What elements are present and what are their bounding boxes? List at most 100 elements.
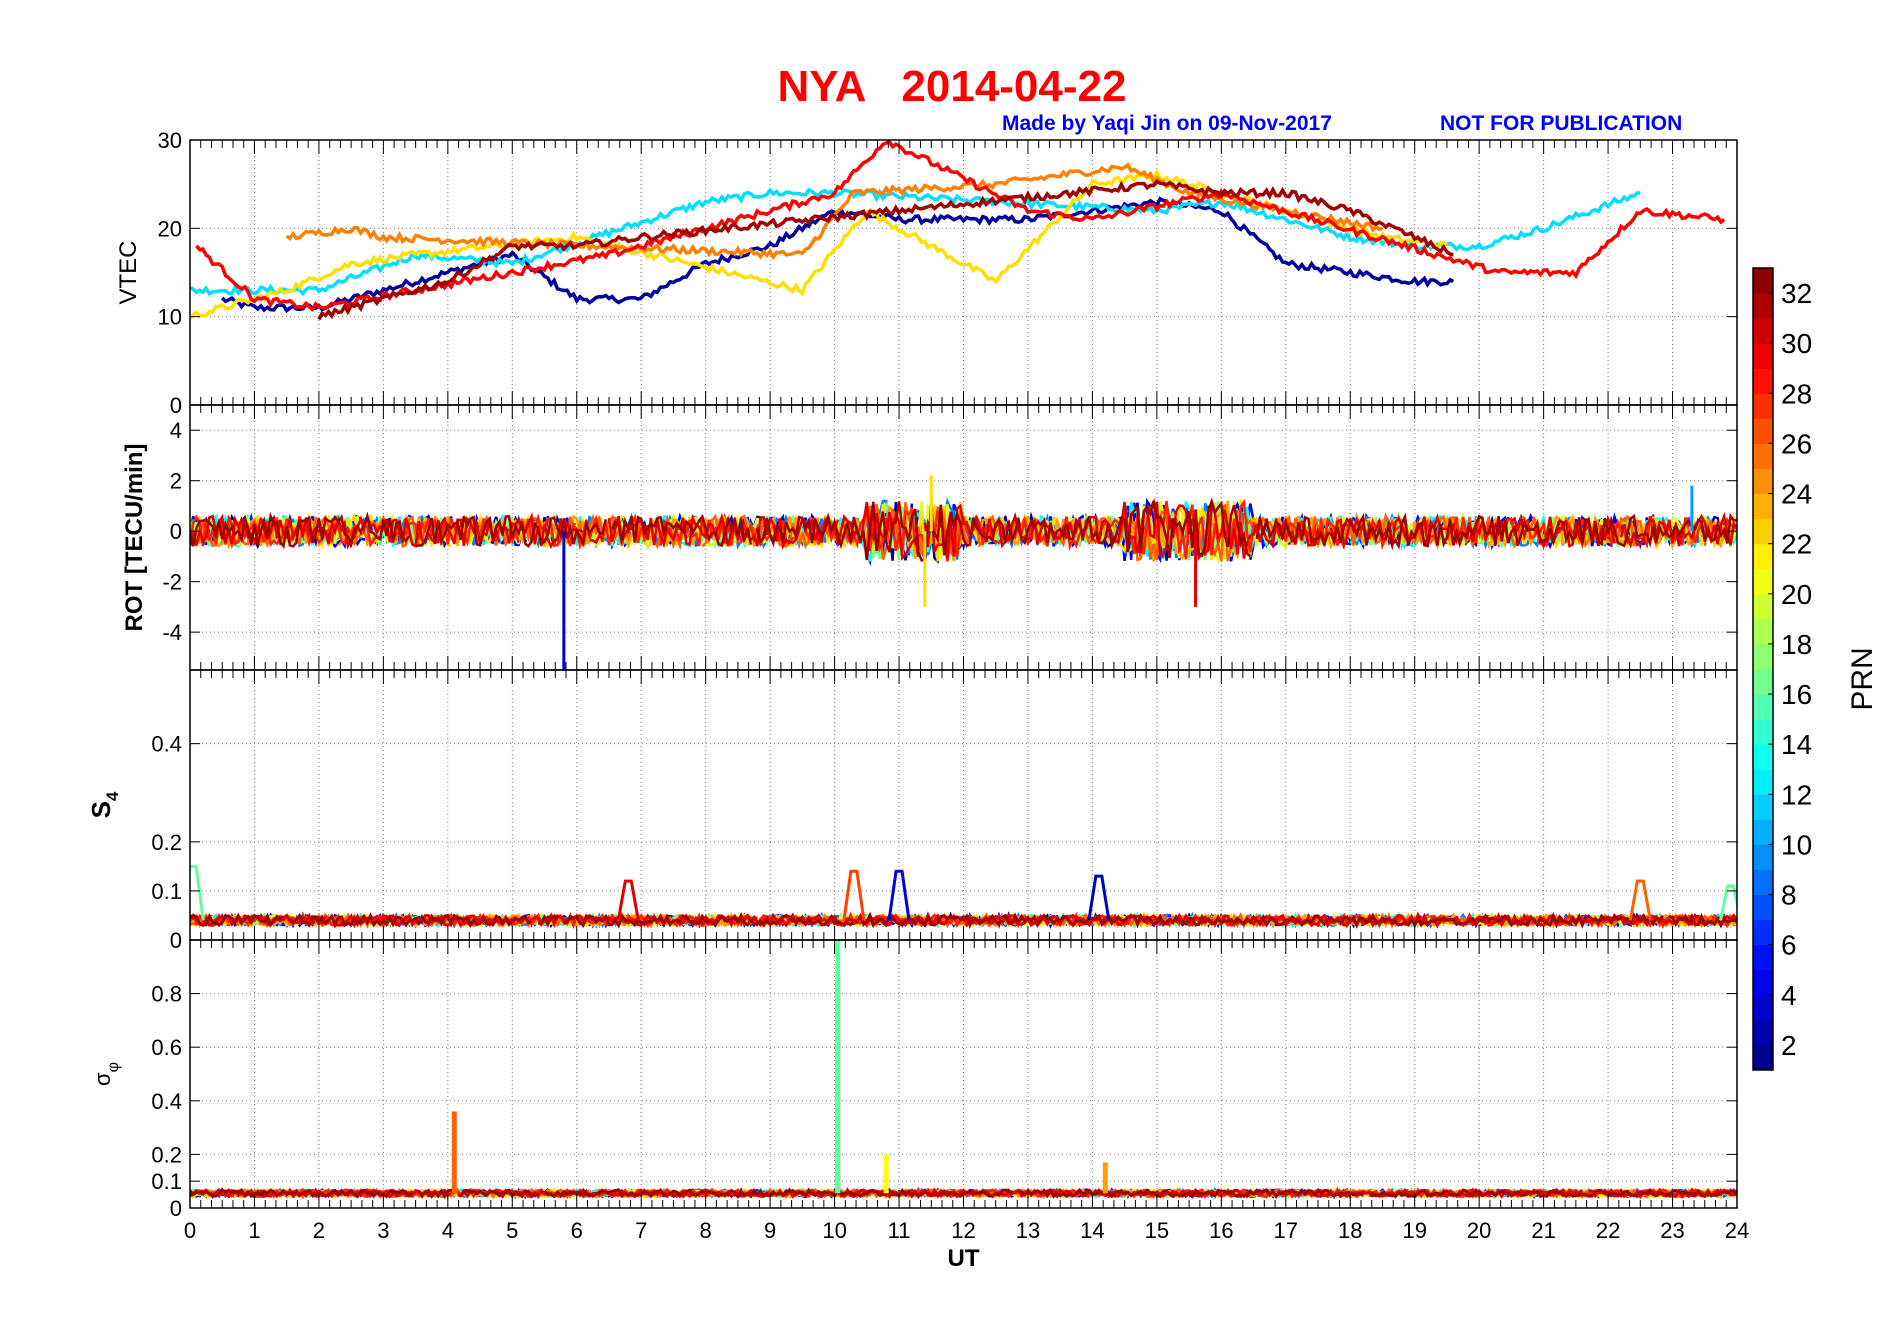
colorbar-swatch	[1753, 293, 1773, 319]
credit-text: Made by Yaqi Jin on 09-Nov-2017	[1002, 112, 1332, 135]
panel-rot-ylabel: ROT [TECU/min]	[121, 444, 148, 632]
x-tick-label: 21	[1531, 1218, 1555, 1243]
panel-s4-ylabel-sub: 4	[103, 791, 122, 801]
colorbar-swatch	[1753, 343, 1773, 369]
x-tick-label: 8	[700, 1218, 712, 1243]
colorbar-tick-label: 6	[1781, 930, 1797, 961]
colorbar-swatch	[1753, 744, 1773, 770]
x-tick-label: 10	[822, 1218, 846, 1243]
x-tick-label: 17	[1274, 1218, 1298, 1243]
colorbar-swatch	[1753, 844, 1773, 870]
colorbar-swatch	[1753, 694, 1773, 720]
colorbar-swatch	[1753, 819, 1773, 845]
x-tick-label: 16	[1209, 1218, 1233, 1243]
panel-s4-event	[190, 864, 205, 921]
data-layer	[190, 140, 1737, 1200]
panel-s4-event	[1087, 874, 1111, 921]
x-tick-label: 0	[184, 1218, 196, 1243]
x-tick-label: 9	[764, 1218, 776, 1243]
colorbar-tick-label: 32	[1781, 278, 1812, 309]
x-tick-label: 23	[1660, 1218, 1684, 1243]
x-tick-label: 14	[1080, 1218, 1104, 1243]
colorbar-swatch	[1753, 493, 1773, 520]
colorbar-swatch	[1753, 393, 1773, 419]
colorbar-tick-label: 16	[1781, 679, 1812, 710]
colorbar-swatch	[1753, 368, 1773, 394]
colorbar-swatch	[1753, 1019, 1773, 1046]
colorbar-swatch	[1753, 643, 1773, 670]
colorbar-swatch	[1753, 669, 1773, 695]
panel-vtec-ytick-label: 20	[158, 216, 182, 241]
colorbar: 2468101214161820222426283032PRN	[1752, 267, 1879, 1071]
panel-sigma-phi-ytick-label: 0.8	[151, 982, 182, 1007]
colorbar-swatch	[1753, 769, 1773, 795]
panel-s4-ytick-label: 0	[170, 928, 182, 953]
panel-rot-ytick-label: -4	[162, 620, 182, 645]
colorbar-swatch	[1753, 518, 1773, 545]
colorbar-swatch	[1753, 1044, 1773, 1071]
x-axis-label: UT	[948, 1245, 980, 1272]
colorbar-label: PRN	[1846, 647, 1879, 710]
panel-sigma-phi-ytick-label: 0.2	[151, 1142, 182, 1167]
colorbar-swatch	[1753, 468, 1773, 495]
colorbar-swatch	[1753, 268, 1773, 294]
colorbar-swatch	[1753, 919, 1773, 946]
panel-vtec-ytick-label: 0	[170, 393, 182, 418]
colorbar-swatch	[1753, 994, 1773, 1021]
x-tick-label: 6	[571, 1218, 583, 1243]
panel-rot-ytick-label: -2	[162, 570, 182, 595]
colorbar-swatch	[1753, 318, 1773, 344]
colorbar-tick-label: 4	[1781, 980, 1797, 1011]
colorbar-swatch	[1753, 543, 1773, 570]
panel-rot-ytick-label: 4	[170, 418, 182, 443]
x-tick-label: 12	[951, 1218, 975, 1243]
panel-sigma-phi-ytick-label: 0	[170, 1196, 182, 1221]
colorbar-swatch	[1753, 719, 1773, 745]
colorbar-tick-label: 10	[1781, 829, 1812, 860]
x-tick-label: 5	[506, 1218, 518, 1243]
colorbar-tick-label: 2	[1781, 1030, 1797, 1061]
colorbar-tick-label: 30	[1781, 328, 1812, 359]
colorbar-swatch	[1753, 443, 1773, 469]
colorbar-swatch	[1753, 944, 1773, 971]
colorbar-tick-label: 24	[1781, 479, 1812, 510]
axes-layer: 0102030VTEC-4-2024ROT [TECU/min]00.10.20…	[86, 128, 1749, 1272]
panel-sigma-phi-ytick-label: 0.6	[151, 1035, 182, 1060]
colorbar-swatch	[1753, 869, 1773, 896]
x-tick-label: 22	[1596, 1218, 1620, 1243]
panel-s4-ylabel: S4	[86, 791, 122, 818]
figure: 0102030VTEC-4-2024ROT [TECU/min]00.10.20…	[86, 128, 1879, 1272]
colorbar-swatch	[1753, 418, 1773, 444]
colorbar-tick-label: 12	[1781, 779, 1812, 810]
colorbar-tick-label: 26	[1781, 428, 1812, 459]
panel-sigma-phi-ytick-label: 0.4	[151, 1089, 182, 1114]
colorbar-swatch	[1753, 568, 1773, 595]
panel-sigma-phi-ylabel: σφ	[90, 1062, 122, 1086]
vtec-arc-prn-32	[317, 179, 1454, 321]
panel-s4-ytick-label: 0.1	[151, 879, 182, 904]
x-tick-label: 19	[1402, 1218, 1426, 1243]
panel-vtec-ylabel: VTEC	[115, 240, 142, 304]
colorbar-swatch	[1753, 618, 1773, 645]
panel-sigma-phi-ylabel-sub: φ	[105, 1062, 122, 1072]
x-tick-label: 24	[1725, 1218, 1749, 1243]
colorbar-swatch	[1753, 593, 1773, 620]
panel-s4-data	[190, 864, 1737, 930]
x-tick-label: 13	[1016, 1218, 1040, 1243]
colorbar-tick-label: 28	[1781, 378, 1812, 409]
colorbar-swatch	[1753, 794, 1773, 820]
colorbar-swatch	[1753, 894, 1773, 921]
panel-sigma-phi-ytick-label: 0.1	[151, 1169, 182, 1194]
x-tick-label: 15	[1145, 1218, 1169, 1243]
panel-rot-data	[190, 475, 1737, 670]
x-tick-label: 3	[377, 1218, 389, 1243]
panel-rot-ytick-label: 0	[170, 519, 182, 544]
panel-vtec-ytick-label: 30	[158, 128, 182, 153]
x-tick-label: 11	[888, 1218, 911, 1243]
colorbar-tick-label: 18	[1781, 629, 1812, 660]
x-tick-label: 18	[1338, 1218, 1362, 1243]
x-tick-label: 4	[442, 1218, 454, 1243]
panel-s4-ytick-label: 0.2	[151, 830, 182, 855]
colorbar-tick-label: 8	[1781, 880, 1797, 911]
x-tick-label: 1	[248, 1218, 260, 1243]
